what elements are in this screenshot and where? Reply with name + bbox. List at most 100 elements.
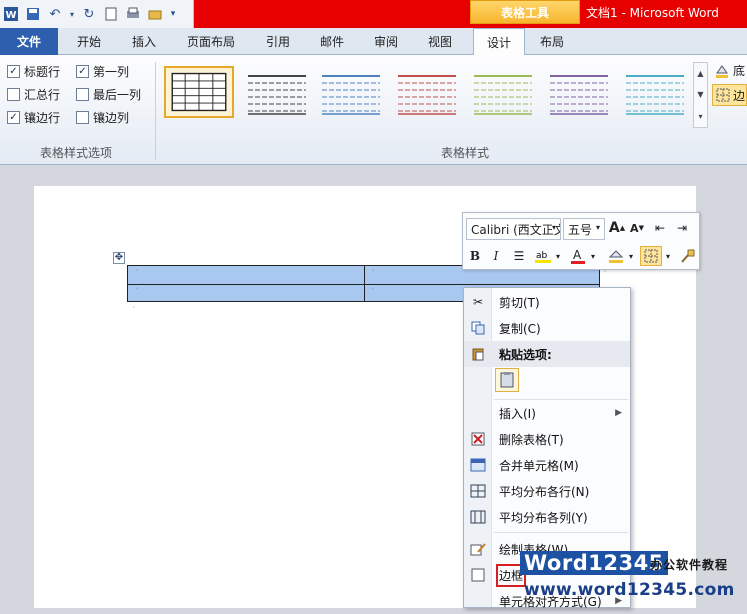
font-name-value: Calibri (西文正文) — [471, 222, 561, 237]
table-style-green[interactable] — [468, 66, 538, 118]
redo-icon[interactable]: ↻ — [80, 5, 98, 23]
open-folder-icon[interactable] — [146, 5, 164, 23]
option-first-column[interactable]: ✓ 第一列 — [76, 63, 129, 80]
decrease-indent-icon[interactable]: ⇤ — [651, 218, 669, 238]
svg-text:W: W — [5, 10, 16, 21]
shrink-font-icon[interactable]: A ▼ — [629, 218, 645, 238]
table-style-grid[interactable] — [164, 66, 234, 118]
tab-page-layout[interactable]: 页面布局 — [176, 28, 246, 55]
mini-toolbar: Calibri (西文正文) ▾ 五号 ▾ A ▲ A ▼ ⇤ ⇥ B I ☰ ab… — [462, 212, 700, 270]
checkbox-banded-columns[interactable] — [76, 111, 89, 124]
font-dropdown-icon[interactable]: ▾ — [552, 223, 557, 232]
increase-indent-icon[interactable]: ⇥ — [673, 218, 691, 238]
cell-end-mark: ˙ — [135, 287, 139, 296]
table-style-plain-dark[interactable] — [242, 66, 312, 118]
font-name-combo[interactable]: Calibri (西文正文) — [466, 218, 561, 240]
checkbox-total-row[interactable] — [7, 88, 20, 101]
table-style-preview — [474, 75, 532, 115]
table-style-blue[interactable] — [316, 66, 386, 118]
menu-item-label: 合并单元格(M) — [499, 458, 579, 473]
menu-item-cut[interactable]: ✂ 剪切(T) — [464, 289, 630, 315]
size-dropdown-icon[interactable]: ▾ — [596, 223, 600, 232]
tab-view[interactable]: 视图 — [418, 28, 462, 55]
distribute-columns-icon — [469, 508, 487, 526]
option-banded-rows[interactable]: ✓ 镶边行 — [7, 109, 60, 126]
tab-mailings[interactable]: 邮件 — [310, 28, 354, 55]
menu-item-label: 剪切(T) — [499, 295, 540, 310]
option-last-column[interactable]: 最后一列 — [76, 86, 141, 103]
option-label: 镶边列 — [93, 111, 130, 125]
table-style-red[interactable] — [392, 66, 462, 118]
shading-icon — [716, 64, 728, 78]
ribbon-right-partial: 底 边 — [710, 60, 747, 110]
paragraph-mark: ˙ — [132, 306, 136, 315]
menu-item-delete-table[interactable]: 删除表格(T) — [464, 426, 630, 452]
shading-dropdown-icon[interactable]: ▾ — [627, 246, 635, 266]
print-preview-icon[interactable] — [124, 5, 142, 23]
menu-item-copy[interactable]: 复制(C) — [464, 315, 630, 341]
save-icon[interactable] — [24, 5, 42, 23]
document-title: 文档1 - Microsoft Word — [586, 5, 719, 20]
checkbox-first-column[interactable]: ✓ — [76, 65, 89, 78]
menu-item-label: 删除表格(T) — [499, 432, 564, 447]
borders-dropdown-icon[interactable]: ▾ — [664, 246, 672, 266]
customize-qat-icon[interactable]: ▾ — [168, 5, 178, 23]
tab-references[interactable]: 引用 — [256, 28, 300, 55]
table-style-preview — [550, 75, 608, 115]
center-align-icon[interactable]: ☰ — [510, 246, 528, 266]
tab-layout[interactable]: 布局 — [530, 28, 574, 55]
cell-end-mark: ˙ — [371, 287, 375, 296]
word-app-icon[interactable]: W — [2, 5, 20, 23]
new-document-icon[interactable] — [102, 5, 120, 23]
paste-keep-formatting-icon[interactable] — [495, 368, 519, 392]
menu-item-label: 粘贴选项: — [499, 347, 552, 362]
borders-label: 边 — [733, 88, 746, 103]
table-style-aqua[interactable] — [620, 66, 690, 118]
grow-font-icon[interactable]: A ▲ — [609, 218, 625, 238]
group-label-options: 表格样式选项 — [40, 146, 113, 160]
tab-insert[interactable]: 插入 — [122, 28, 166, 55]
tab-file[interactable]: 文件 — [0, 28, 58, 55]
font-color-icon[interactable]: A — [569, 246, 587, 266]
highlight-icon[interactable]: ab — [533, 246, 553, 266]
borders-icon[interactable] — [640, 246, 662, 266]
menu-item-insert[interactable]: 插入(I) ▶ — [464, 400, 630, 426]
submenu-arrow-icon: ▶ — [615, 408, 622, 418]
checkbox-header-row[interactable]: ✓ — [7, 65, 20, 78]
merge-cells-icon — [469, 456, 487, 474]
font-color-dropdown-icon[interactable]: ▾ — [589, 246, 597, 266]
table-move-handle-icon[interactable]: ✥ — [113, 252, 125, 264]
menu-item-label: 平均分布各行(N) — [499, 484, 590, 499]
option-label: 最后一列 — [93, 88, 142, 102]
borders-button[interactable]: 边 — [712, 84, 747, 106]
menu-item-distribute-rows[interactable]: 平均分布各行(N) — [464, 478, 630, 504]
ribbon-tabs: 文件 开始 插入 页面布局 引用 邮件 审阅 视图 设计 布局 — [0, 28, 747, 56]
option-header-row[interactable]: ✓ 标题行 — [7, 63, 60, 80]
gallery-scroll[interactable]: ▲ ▼ ▾ — [693, 62, 708, 128]
shading-button[interactable]: 底 — [714, 62, 745, 79]
format-painter-icon[interactable] — [677, 246, 697, 266]
shading-icon[interactable] — [606, 246, 626, 266]
tab-home[interactable]: 开始 — [66, 28, 112, 55]
gallery-down-icon[interactable]: ▼ — [697, 90, 703, 99]
menu-item-distribute-columns[interactable]: 平均分布各列(Y) — [464, 504, 630, 530]
gallery-more-icon[interactable]: ▾ — [698, 112, 702, 121]
undo-icon[interactable]: ↶ — [46, 5, 64, 23]
italic-button[interactable]: I — [487, 246, 505, 266]
tab-review[interactable]: 审阅 — [364, 28, 408, 55]
undo-dropdown-icon[interactable]: ▾ — [68, 5, 76, 23]
draw-table-icon — [469, 540, 487, 558]
option-banded-columns[interactable]: 镶边列 — [76, 109, 129, 126]
menu-item-merge-cells[interactable]: 合并单元格(M) — [464, 452, 630, 478]
tab-design[interactable]: 设计 — [473, 28, 525, 56]
checkbox-last-column[interactable] — [76, 88, 89, 101]
option-total-row[interactable]: 汇总行 — [7, 86, 60, 103]
table-style-purple[interactable] — [544, 66, 614, 118]
borders-icon — [469, 566, 487, 584]
bold-button[interactable]: B — [466, 246, 484, 266]
font-size-value: 五号 — [568, 222, 593, 237]
highlight-dropdown-icon[interactable]: ▾ — [554, 246, 562, 266]
gallery-up-icon[interactable]: ▲ — [697, 69, 703, 78]
checkbox-banded-rows[interactable]: ✓ — [7, 111, 20, 124]
svg-text:ab: ab — [536, 251, 548, 261]
